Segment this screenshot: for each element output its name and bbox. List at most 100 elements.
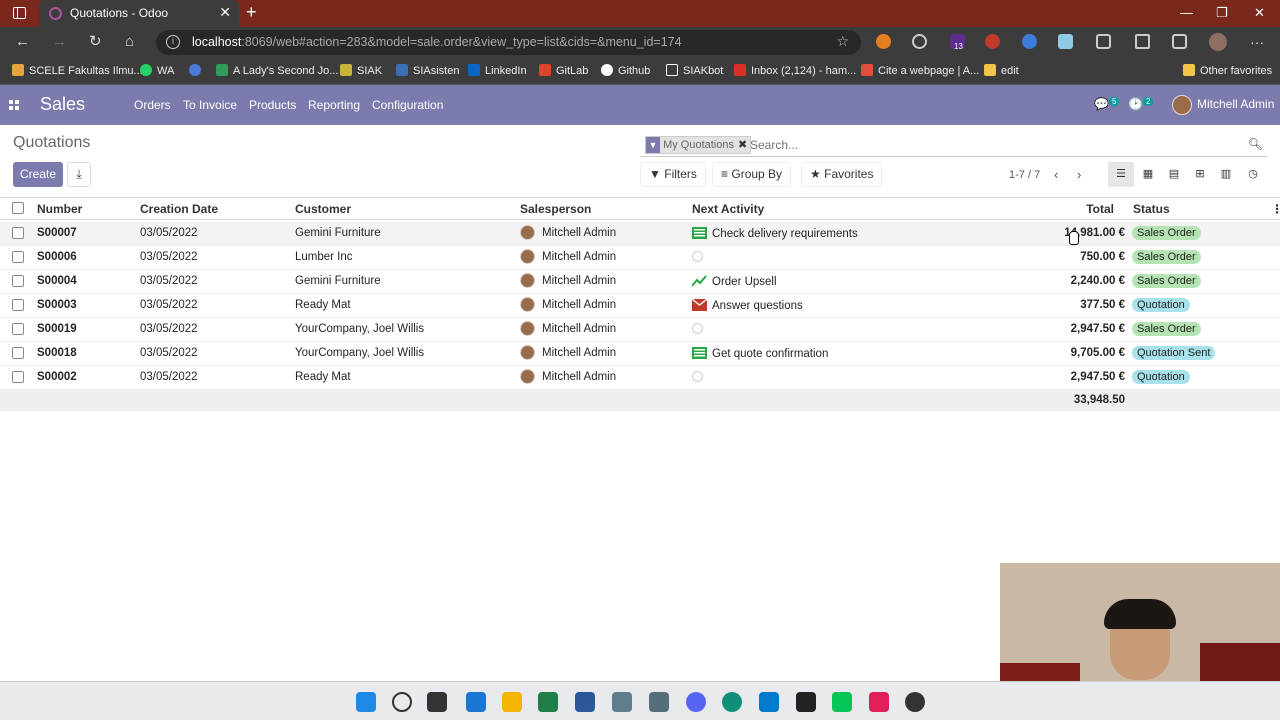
pager-previous-icon[interactable]: ‹ <box>1054 167 1058 182</box>
apps-menu-icon[interactable] <box>9 100 19 110</box>
table-row[interactable]: S00007 03/05/2022 Gemini Furniture Mitchell… <box>0 222 1280 246</box>
column-status[interactable]: Status <box>1133 202 1170 216</box>
search-icon[interactable]: 🔍︎ <box>1248 137 1263 151</box>
bookmark[interactable]: SIAKbot <box>666 64 723 77</box>
remove-facet-icon[interactable]: ✖ <box>738 139 747 151</box>
camera-icon[interactable] <box>649 692 669 712</box>
menu-reporting[interactable]: Reporting <box>308 98 360 112</box>
table-row[interactable]: S00019 03/05/2022 YourCompany, Joel Willis… <box>0 318 1280 342</box>
column-salesperson[interactable]: Salesperson <box>520 202 591 216</box>
row-checkbox[interactable] <box>12 251 24 263</box>
bookmark[interactable] <box>189 64 206 77</box>
widgets-icon[interactable] <box>466 692 486 712</box>
optional-columns-icon[interactable]: ⋮ <box>1271 202 1280 216</box>
bookmark[interactable]: Cite a webpage | A... <box>861 64 979 77</box>
table-row[interactable]: S00018 03/05/2022 YourCompany, Joel Willis… <box>0 342 1280 366</box>
search-icon[interactable] <box>392 692 412 712</box>
start-icon[interactable] <box>356 692 376 712</box>
menu-orders[interactable]: Orders <box>134 98 171 112</box>
minimize-icon[interactable]: — <box>1180 5 1193 20</box>
word-icon[interactable] <box>575 692 595 712</box>
collections-icon[interactable] <box>1172 34 1187 49</box>
row-checkbox[interactable] <box>12 227 24 239</box>
groupby-button[interactable]: ≡ Group By <box>712 162 792 187</box>
clock-icon[interactable] <box>692 371 703 382</box>
slack-icon[interactable] <box>869 692 889 712</box>
other-favorites[interactable]: Other favorites <box>1183 64 1272 77</box>
bookmark[interactable]: SIAsisten <box>396 64 459 77</box>
bookmark[interactable]: Inbox (2,124) - ham... <box>734 64 856 77</box>
extension-icon[interactable]: 13 <box>950 34 965 51</box>
bookmark[interactable]: edit <box>984 64 1019 77</box>
clock-icon[interactable] <box>692 323 703 334</box>
chart-icon[interactable] <box>691 275 707 287</box>
bookmark[interactable]: Github <box>601 64 650 77</box>
email-icon[interactable] <box>691 298 708 311</box>
forward-icon[interactable]: → <box>52 34 67 50</box>
maximize-icon[interactable]: ❐ <box>1216 5 1228 21</box>
column-next-activity[interactable]: Next Activity <box>692 202 764 216</box>
more-menu-icon[interactable]: ··· <box>1250 34 1264 50</box>
site-info-icon[interactable]: i <box>166 35 180 49</box>
browser-tab[interactable]: Quotations - Odoo ✕ <box>39 0 239 27</box>
table-row[interactable]: S00002 03/05/2022 Ready Mat Mitchell Admin 2… <box>0 366 1280 390</box>
activities-button[interactable]: 🕑 2 <box>1128 97 1154 111</box>
clock-icon[interactable] <box>692 251 703 262</box>
table-row[interactable]: S00006 03/05/2022 Lumber Inc Mitchell Admin… <box>0 246 1280 270</box>
search-input[interactable] <box>750 138 1230 152</box>
app-brand[interactable]: Sales <box>40 94 85 115</box>
filters-button[interactable]: ▼ Filters <box>640 162 706 187</box>
extension-icon[interactable] <box>985 34 1000 49</box>
extension-icon[interactable] <box>1022 34 1037 49</box>
bookmark[interactable]: GitLab <box>539 64 588 77</box>
favorites-button[interactable]: ★ Favorites <box>801 162 883 187</box>
column-customer[interactable]: Customer <box>295 202 351 216</box>
user-menu[interactable]: Mitchell Admin <box>1197 97 1274 111</box>
extensions-puzzle-icon[interactable] <box>1096 34 1111 49</box>
extension-icon[interactable] <box>912 34 927 49</box>
close-tab-icon[interactable]: ✕ <box>219 4 231 21</box>
table-row[interactable]: S00003 03/05/2022 Ready Mat Mitchell Admin A… <box>0 294 1280 318</box>
column-creation-date[interactable]: Creation Date <box>140 202 218 216</box>
close-window-icon[interactable]: ✕ <box>1254 5 1265 21</box>
table-row[interactable]: S00004 03/05/2022 Gemini Furniture Mitchell… <box>0 270 1280 294</box>
bookmark[interactable]: WA <box>140 64 174 77</box>
select-all-checkbox[interactable] <box>12 202 24 214</box>
row-checkbox[interactable] <box>12 299 24 311</box>
export-button[interactable]: ⤓ <box>67 162 91 187</box>
extension-icon[interactable] <box>876 34 891 49</box>
discord-icon[interactable] <box>686 692 706 712</box>
file-explorer-icon[interactable] <box>502 692 522 712</box>
activity-view-icon[interactable]: ◷ <box>1240 162 1266 187</box>
bookmark[interactable]: SIAK <box>340 64 382 77</box>
pager-value[interactable]: 1-7 / 7 <box>1009 169 1040 181</box>
excel-icon[interactable] <box>538 692 558 712</box>
messages-button[interactable]: 💬 5 <box>1094 97 1120 111</box>
vscode-icon[interactable] <box>759 692 779 712</box>
profile-avatar[interactable] <box>1209 33 1227 51</box>
pager-next-icon[interactable]: › <box>1077 167 1081 182</box>
list-view-icon[interactable]: ☰ <box>1108 162 1134 187</box>
kanban-view-icon[interactable]: ▦ <box>1135 162 1161 187</box>
back-icon[interactable]: ← <box>15 34 30 50</box>
pivot-view-icon[interactable]: ⊞ <box>1187 162 1213 187</box>
search-facet[interactable]: ▼ My Quotations ✖ <box>645 136 752 154</box>
extension-icon[interactable] <box>1058 34 1073 49</box>
new-tab-icon[interactable]: + <box>246 2 257 23</box>
row-checkbox[interactable] <box>12 323 24 335</box>
obs-icon[interactable] <box>905 692 925 712</box>
edge-icon[interactable] <box>722 692 742 712</box>
user-avatar[interactable] <box>1172 95 1192 115</box>
bookmark[interactable]: LinkedIn <box>468 64 527 77</box>
list-icon[interactable] <box>692 347 707 359</box>
url-bar[interactable]: i localhost:8069/web#action=283&model=sa… <box>156 30 861 55</box>
list-icon[interactable] <box>692 227 707 239</box>
reload-icon[interactable]: ↻ <box>89 34 102 50</box>
graph-view-icon[interactable]: ▥ <box>1213 162 1239 187</box>
tab-actions-icon[interactable] <box>13 7 26 19</box>
calculator-icon[interactable] <box>612 692 632 712</box>
bookmark[interactable]: A Lady's Second Jo... <box>216 64 338 77</box>
row-checkbox[interactable] <box>12 371 24 383</box>
column-total[interactable]: Total <box>1086 202 1114 216</box>
calendar-view-icon[interactable]: ▤ <box>1161 162 1187 187</box>
